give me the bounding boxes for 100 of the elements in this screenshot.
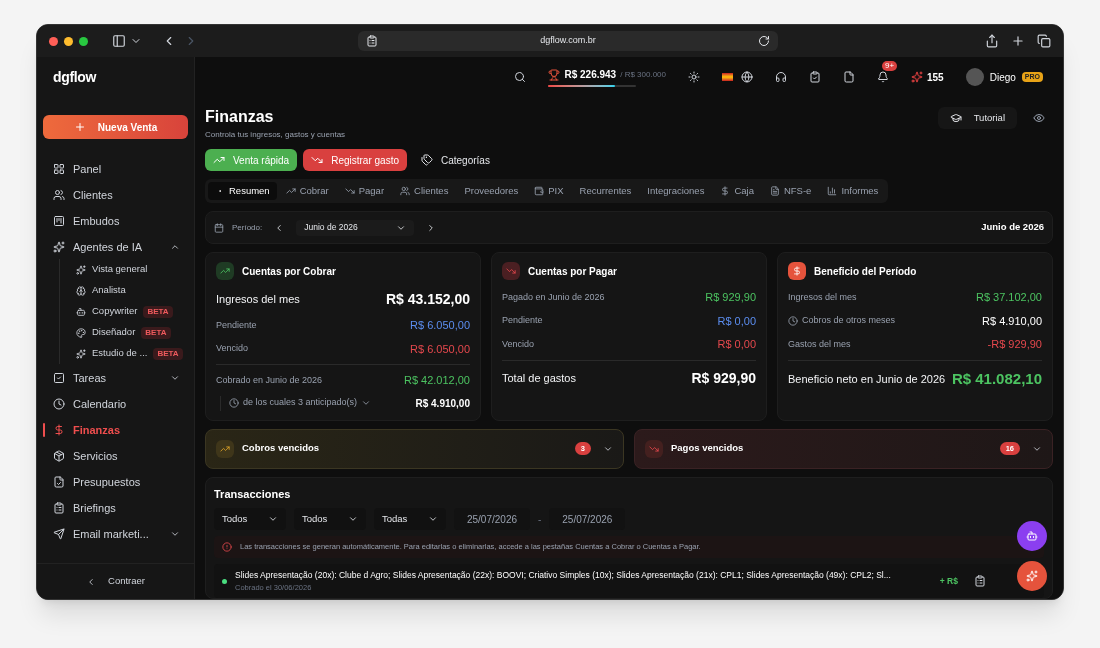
row-label: Pendiente (216, 318, 257, 332)
revenue-goal: / R$ 300.000 (620, 68, 666, 81)
beta-badge: BETA (153, 347, 183, 360)
row-value: R$ 6.050,00 (410, 341, 470, 357)
tab[interactable]: Pagar (337, 182, 392, 200)
nav-item[interactable]: Embudos (43, 209, 188, 233)
globe-icon[interactable] (741, 71, 753, 83)
overdue-icon (645, 439, 663, 458)
nav-item[interactable]: Panel (43, 157, 188, 181)
tab[interactable]: Caja (713, 182, 761, 200)
tab[interactable]: Informes (820, 182, 886, 200)
tab[interactable]: PIX (527, 182, 571, 200)
row-label: Pendiente (502, 314, 543, 327)
nav-subitem[interactable]: Copywriter BETA (60, 301, 188, 322)
tutorial-button[interactable]: Tutorial (937, 107, 1017, 129)
filter-select[interactable]: Todos (294, 508, 366, 530)
row-label: Ingresos del mes (788, 290, 857, 304)
nav-item[interactable]: Agentes de IA (43, 235, 188, 259)
nav-item[interactable]: Briefings (43, 496, 188, 520)
row-value: R$ 37.102,00 (975, 290, 1042, 305)
flag-icon[interactable] (722, 73, 733, 81)
nav-item[interactable]: Calendario (43, 392, 188, 416)
row-value: R$ 6.050,00 (410, 318, 470, 333)
row-label[interactable]: de los cuales 3 anticipado(s) (229, 396, 372, 410)
period-select[interactable]: Junio de 2026 (296, 219, 415, 236)
tab-icon (400, 186, 411, 196)
search-icon[interactable] (514, 71, 527, 83)
collapse-button[interactable]: Contraer (86, 574, 145, 589)
tab[interactable]: NFS-e (762, 182, 819, 200)
headphones-icon[interactable] (775, 71, 787, 83)
overdue-title: Pagos vencidos (671, 441, 745, 456)
row-label: Gastos del mes (788, 337, 851, 351)
section-title: Transacciones (214, 486, 292, 502)
card-title: Cuentas por Cobrar (242, 264, 336, 279)
tab[interactable]: Proveedores (457, 182, 526, 200)
new-sale-button[interactable]: Nueva Venta (43, 115, 188, 139)
address-bar[interactable]: dgflow.com.br (358, 31, 778, 51)
nav-icon (76, 285, 86, 296)
avatar[interactable] (965, 68, 984, 86)
row-label: Vencido (502, 337, 535, 351)
nav-item[interactable]: Servicios (43, 444, 188, 468)
row-value: R$ 929,90 (705, 290, 756, 305)
row-label: Pagado en Junio de 2026 (502, 290, 605, 304)
logo[interactable]: dgflow (53, 66, 96, 88)
clipboard-icon[interactable] (974, 575, 986, 587)
nav-subitem[interactable]: Analista (60, 280, 188, 301)
clipboard-icon[interactable] (809, 71, 821, 83)
sidebar-toggle-icon[interactable] (112, 34, 126, 48)
row-value: R$ 0,00 (717, 337, 756, 352)
nav-item[interactable]: Tareas (43, 366, 188, 390)
row-label: Total de gastos (502, 370, 576, 386)
reload-icon[interactable] (758, 35, 770, 47)
action-button[interactable]: Registrar gasto (303, 149, 407, 171)
nav-subitem[interactable]: Estudio de ... BETA (60, 343, 188, 364)
points-count[interactable]: 155 (927, 69, 944, 85)
date-field[interactable]: 25/07/2026 (454, 508, 530, 530)
nav-item[interactable]: Presupuestos (43, 470, 188, 494)
tab[interactable]: Recurrentes (572, 182, 639, 200)
nav-icon (76, 327, 86, 338)
new-tab-icon[interactable] (1011, 34, 1025, 48)
nav-icon (53, 163, 65, 175)
row-label: Beneficio neto en Junio de 2026 (788, 371, 946, 387)
transaction-description: Slides Apresentação (20x): Clube d Agro; Slides Apresentação (22x): BOOVI; Criativo Simples (10x); Slides Apresentação (21x): CPL1; Slides Apresentação (49x): CPL2; Sl... (235, 569, 892, 582)
nav-item[interactable]: Email marketi... (43, 522, 188, 546)
user-name[interactable]: Diego (989, 69, 1016, 85)
action-button[interactable]: Categorías (413, 149, 498, 171)
tab-icon (285, 186, 296, 196)
filter-select[interactable]: Todas (374, 508, 446, 530)
nav-icon (53, 215, 65, 227)
theme-icon[interactable] (688, 71, 700, 83)
eye-icon[interactable] (1033, 112, 1045, 124)
nav-subitem[interactable]: Diseñador BETA (60, 322, 188, 343)
tab[interactable]: Integraciones (640, 182, 712, 200)
tab[interactable]: Cobrar (278, 182, 336, 200)
page-title: Finanzas (205, 107, 275, 127)
nav-icon (76, 264, 86, 275)
tab-icon (827, 186, 838, 196)
period-label: Período: (232, 221, 263, 234)
action-icon (213, 154, 225, 166)
nav-item[interactable]: Clientes (43, 183, 188, 207)
beta-badge: BETA (141, 326, 171, 339)
nav-subitem[interactable]: Vista general (60, 259, 188, 280)
tabs-icon[interactable] (1037, 34, 1051, 48)
date-field[interactable]: 25/07/2026 (549, 508, 626, 530)
notifications-icon[interactable] (877, 71, 889, 83)
share-icon[interactable] (985, 34, 999, 48)
sparkle-icon (1026, 570, 1038, 582)
tab-icon (769, 186, 780, 196)
row-value: R$ 41.082,10 (951, 368, 1042, 389)
transaction-amount: + R$ (939, 574, 958, 588)
row-value: R$ 43.152,00 (385, 290, 470, 309)
nav-icon (53, 502, 65, 514)
filter-select[interactable]: Todos (214, 508, 286, 530)
nav-item[interactable]: Finanzas (43, 418, 188, 442)
tab[interactable]: Clientes (393, 182, 456, 200)
nav-icon (53, 189, 65, 201)
tab[interactable]: Resumen (208, 182, 277, 200)
document-icon[interactable] (843, 71, 855, 83)
revenue-amount: R$ 226.943 (564, 68, 617, 82)
plus-icon (73, 121, 86, 133)
